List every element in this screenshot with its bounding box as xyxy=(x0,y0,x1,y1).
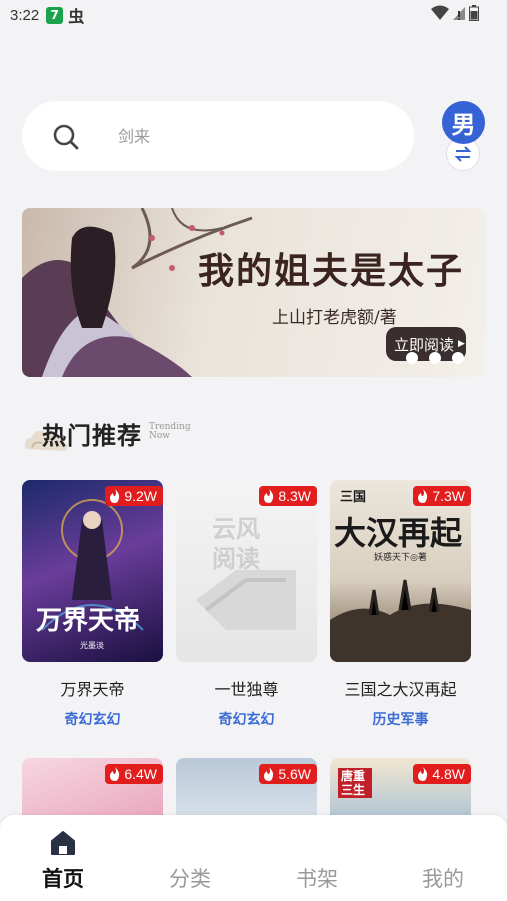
nav-tab-home[interactable]: 首页 xyxy=(23,863,103,893)
hot-badge: 7.3W xyxy=(413,486,471,506)
swap-icon xyxy=(454,146,472,162)
signal-icon xyxy=(453,7,465,20)
status-time: 3:22 xyxy=(10,6,40,24)
book-cover[interactable]: 大汉再起 三国 妖惑天下◎著 7.3W xyxy=(330,480,471,662)
banner-author: 上山打老虎额/著 xyxy=(272,308,397,328)
book-genre[interactable]: 奇幻玄幻 xyxy=(22,709,163,729)
book-title[interactable]: 三国之大汉再起 xyxy=(330,676,471,700)
cover-title: 万界天帝 xyxy=(36,606,141,636)
cover-author: 妖惑天下◎著 xyxy=(374,553,427,563)
home-icon[interactable] xyxy=(50,830,76,856)
flame-icon xyxy=(264,489,274,503)
cover-title: 云风阅读 xyxy=(212,514,260,573)
hot-badge: 6.4W xyxy=(105,764,163,784)
book-card[interactable]: 云风阅读 8.3W 一世独尊 奇幻玄幻 xyxy=(176,480,317,740)
banner-pagination xyxy=(406,352,464,364)
bottom-navigation: 首页 分类 书架 我的 xyxy=(0,815,507,901)
section-heading: 热门推荐 Trending Now xyxy=(22,413,222,453)
cover-tag: 唐重三生 xyxy=(338,768,372,798)
book-genre[interactable]: 奇幻玄幻 xyxy=(176,709,317,729)
hot-count: 7.3W xyxy=(432,488,465,504)
play-arrow-icon: ▶ xyxy=(458,339,465,349)
pagination-dot[interactable] xyxy=(429,352,441,364)
gender-badge[interactable]: 男 xyxy=(442,101,485,144)
hot-badge: 5.6W xyxy=(259,764,317,784)
cover-tag: 三国 xyxy=(340,490,367,505)
section-subtitle-line: Now xyxy=(149,431,170,441)
book-cover[interactable]: 万界天帝 光墨淡 9.2W xyxy=(22,480,163,662)
search-input[interactable] xyxy=(118,123,378,149)
book-card[interactable]: 万界天帝 光墨淡 9.2W 万界天帝 奇幻玄幻 xyxy=(22,480,163,740)
hot-badge: 9.2W xyxy=(105,486,163,506)
flame-icon xyxy=(418,489,428,503)
app-notification-icon: 虫 xyxy=(68,7,85,26)
flame-icon xyxy=(418,767,428,781)
cover-title: 大汉再起 xyxy=(334,514,463,552)
book-title[interactable]: 万界天帝 xyxy=(22,676,163,700)
book-card[interactable]: 5.6W xyxy=(176,758,317,901)
pagination-dot[interactable] xyxy=(452,352,464,364)
book-cover[interactable]: 云风阅读 8.3W xyxy=(176,480,317,662)
flame-icon xyxy=(264,767,274,781)
book-card[interactable]: 大汉再起 三国 妖惑天下◎著 7.3W 三国之大汉再起 历史军事 xyxy=(330,480,471,740)
hot-count: 9.2W xyxy=(124,488,157,504)
book-card[interactable]: 6.4W xyxy=(22,758,163,901)
hot-count: 6.4W xyxy=(124,766,157,782)
book-card[interactable]: 唐重三生 4.8W xyxy=(330,758,471,901)
book-genre[interactable]: 历史军事 xyxy=(330,709,471,729)
status-bar: 3:22 7 虫 xyxy=(0,0,507,30)
nav-tab-mine[interactable]: 我的 xyxy=(403,863,483,893)
promo-banner[interactable]: 我的姐夫是太子 上山打老虎额/著 立即阅读 ▶ xyxy=(22,208,485,377)
nav-tab-category[interactable]: 分类 xyxy=(150,863,230,893)
nav-tab-bookshelf[interactable]: 书架 xyxy=(277,863,357,893)
hot-badge: 4.8W xyxy=(413,764,471,784)
cover-author: 光墨淡 xyxy=(80,641,104,650)
hot-count: 5.6W xyxy=(278,766,311,782)
gender-toggle[interactable]: 男 xyxy=(440,101,486,173)
wifi-icon xyxy=(431,5,449,20)
section-subtitle: Trending Now xyxy=(149,423,191,441)
search-icon[interactable] xyxy=(52,123,80,151)
hot-count: 4.8W xyxy=(432,766,465,782)
book-title[interactable]: 一世独尊 xyxy=(176,676,317,700)
status-indicators xyxy=(431,5,479,21)
flame-icon xyxy=(110,489,120,503)
section-title: 热门推荐 xyxy=(42,421,142,450)
pagination-dot[interactable] xyxy=(406,352,418,364)
hot-badge: 8.3W xyxy=(259,486,317,506)
flame-icon xyxy=(110,767,120,781)
hot-count: 8.3W xyxy=(278,488,311,504)
search-bar[interactable] xyxy=(22,101,414,171)
app-badge-icon: 7 xyxy=(46,6,64,24)
battery-icon xyxy=(469,5,479,21)
banner-title: 我的姐夫是太子 xyxy=(198,250,465,292)
